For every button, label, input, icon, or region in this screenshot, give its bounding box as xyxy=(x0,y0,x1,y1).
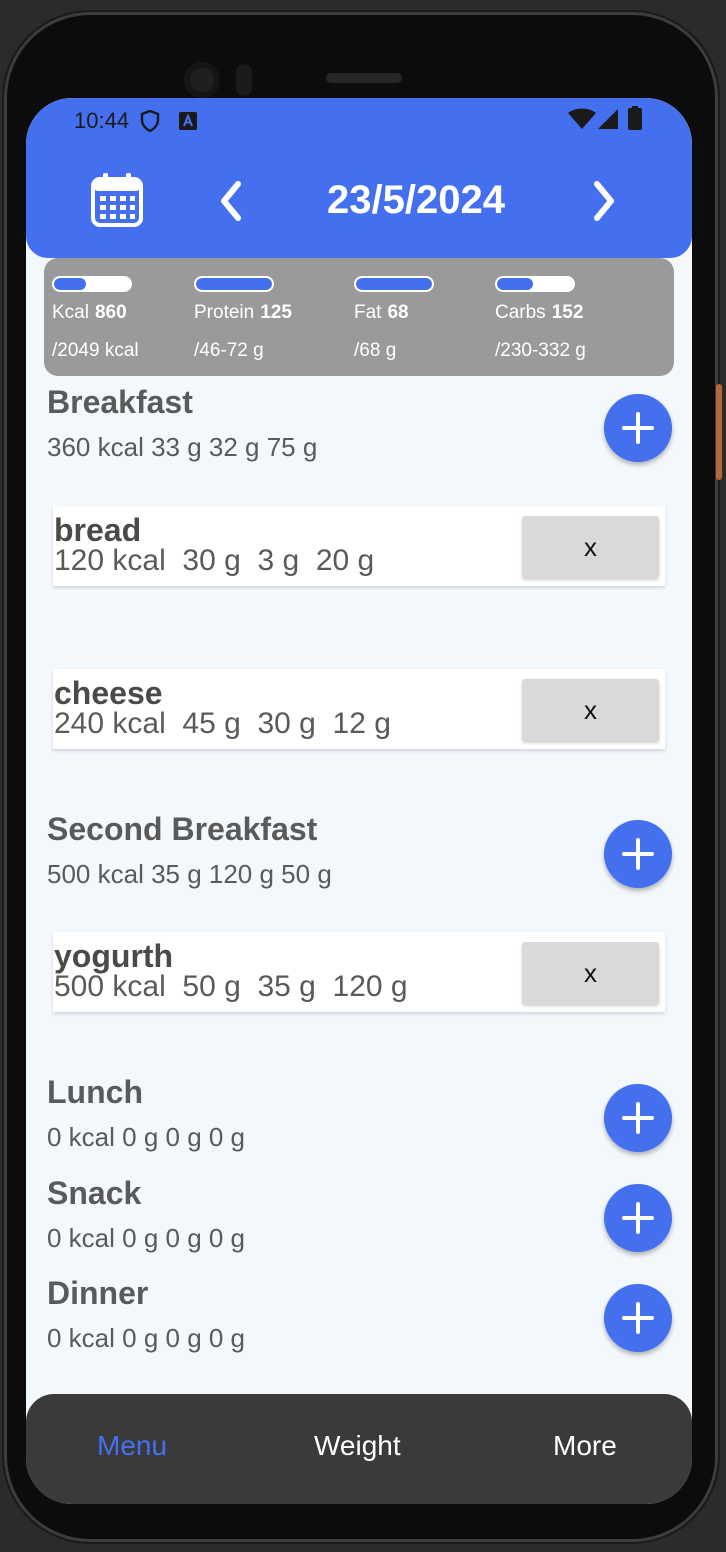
macro-kcal: Kcal 860 /2049 kcal xyxy=(52,276,192,362)
meal-summary-snack: 0 kcal 0 g 0 g 0 g xyxy=(47,1223,246,1253)
calendar-icon[interactable] xyxy=(90,172,144,233)
meal-title-breakfast: Breakfast xyxy=(47,384,193,420)
progress-fill xyxy=(497,278,534,290)
macro-label: Kcal 860 xyxy=(52,302,127,323)
delete-food-button[interactable]: x xyxy=(522,679,659,741)
food-item-yogurth: yogurth 500 kcal 50 g 35 g 120 g x xyxy=(53,932,665,1012)
plus-icon xyxy=(622,1302,654,1334)
add-food-button-lunch[interactable] xyxy=(604,1084,672,1152)
macro-goal: /230-332 g xyxy=(495,340,586,361)
macro-goal: /68 g xyxy=(354,340,397,361)
meal-title-snack: Snack xyxy=(47,1175,142,1211)
nav-item-weight[interactable]: Weight xyxy=(314,1430,401,1462)
side-power-button xyxy=(716,384,722,480)
add-food-button-second-breakfast[interactable] xyxy=(604,820,672,888)
selected-date[interactable]: 23/5/2024 xyxy=(276,178,556,223)
add-food-button-dinner[interactable] xyxy=(604,1284,672,1352)
macro-summary-card: Kcal 860 /2049 kcal Protein 125 /46-72 g F… xyxy=(44,258,674,376)
plus-icon xyxy=(622,838,654,870)
add-food-button-breakfast[interactable] xyxy=(604,394,672,462)
plus-icon xyxy=(622,1202,654,1234)
progress-bar xyxy=(52,276,132,292)
macro-goal: /46-72 g xyxy=(194,340,264,361)
meal-summary-lunch: 0 kcal 0 g 0 g 0 g xyxy=(47,1122,246,1152)
app-screen: 10:44 23/5/2024 Kcal 860 /2049 kcal Prot… xyxy=(26,98,692,1504)
progress-fill xyxy=(356,278,432,290)
food-item-bread: bread 120 kcal 30 g 3 g 20 g x xyxy=(53,506,665,586)
progress-bar xyxy=(194,276,274,292)
progress-fill xyxy=(54,278,86,290)
chevron-left-icon[interactable] xyxy=(216,180,246,227)
food-values: 500 kcal 50 g 35 g 120 g xyxy=(54,970,408,1003)
proximity-sensor xyxy=(236,64,252,96)
add-food-button-snack[interactable] xyxy=(604,1184,672,1252)
plus-icon xyxy=(622,1102,654,1134)
meal-summary-breakfast: 360 kcal 33 g 32 g 75 g xyxy=(47,432,318,462)
signal-icon xyxy=(598,109,618,134)
meal-title-lunch: Lunch xyxy=(47,1074,143,1110)
bottom-navigation: Menu Weight More xyxy=(26,1394,692,1504)
earpiece-speaker xyxy=(326,73,402,83)
keyboard-notification-icon xyxy=(178,111,198,136)
front-camera xyxy=(184,62,220,98)
meal-title-dinner: Dinner xyxy=(47,1275,149,1311)
battery-icon xyxy=(628,106,642,135)
macro-fat: Fat 68 /68 g xyxy=(354,276,494,362)
nav-item-menu[interactable]: Menu xyxy=(97,1430,167,1462)
food-item-cheese: cheese 240 kcal 45 g 30 g 12 g x xyxy=(53,669,665,749)
status-time: 10:44 xyxy=(74,108,130,133)
progress-bar xyxy=(495,276,575,292)
meal-summary-dinner: 0 kcal 0 g 0 g 0 g xyxy=(47,1323,246,1353)
plus-icon xyxy=(622,412,654,444)
macro-goal: /2049 kcal xyxy=(52,340,139,361)
nav-item-more[interactable]: More xyxy=(553,1430,617,1462)
macro-label: Carbs 152 xyxy=(495,302,584,323)
macro-protein: Protein 125 /46-72 g xyxy=(194,276,334,362)
food-values: 240 kcal 45 g 30 g 12 g xyxy=(54,707,391,740)
meal-title-second-breakfast: Second Breakfast xyxy=(47,811,318,847)
chevron-right-icon[interactable] xyxy=(589,180,619,227)
macro-label: Protein 125 xyxy=(194,302,292,323)
app-header: 10:44 23/5/2024 xyxy=(26,98,692,258)
food-values: 120 kcal 30 g 3 g 20 g xyxy=(54,544,375,577)
macro-label: Fat 68 xyxy=(354,302,409,323)
progress-bar xyxy=(354,276,434,292)
delete-food-button[interactable]: x xyxy=(522,516,659,578)
delete-food-button[interactable]: x xyxy=(522,942,659,1004)
meal-summary-second-breakfast: 500 kcal 35 g 120 g 50 g xyxy=(47,859,332,889)
shield-icon xyxy=(140,109,160,137)
macro-carbs: Carbs 152 /230-332 g xyxy=(495,276,635,362)
progress-fill xyxy=(196,278,272,290)
wifi-icon xyxy=(568,108,596,135)
